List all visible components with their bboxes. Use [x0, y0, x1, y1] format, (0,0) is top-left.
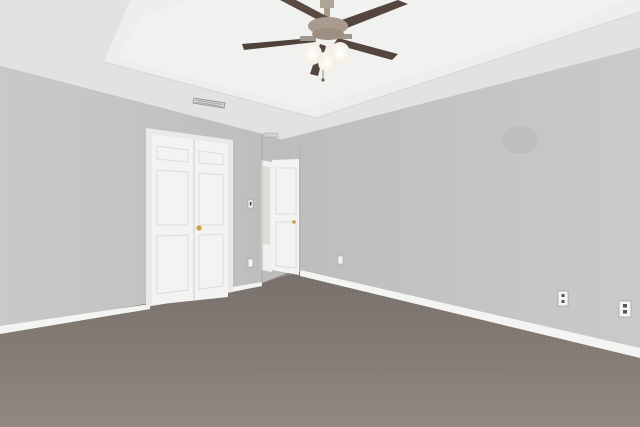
- hallway-door[interactable]: [261, 159, 299, 275]
- closet-door[interactable]: [146, 128, 233, 307]
- door-knob-icon[interactable]: [196, 225, 202, 231]
- empty-bedroom-scene: [0, 0, 640, 427]
- outlet-icon: [618, 300, 632, 318]
- outlet-icon: [247, 258, 254, 268]
- outlet-icon: [557, 290, 569, 307]
